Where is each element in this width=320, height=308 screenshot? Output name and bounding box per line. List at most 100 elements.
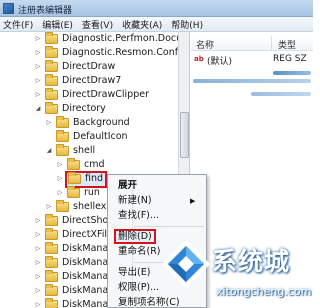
menu-item-permissions[interactable]: 权限(P)...: [118, 281, 159, 295]
expand-arrow-icon[interactable]: ▷: [34, 60, 42, 74]
expand-arrow-icon[interactable]: ▷: [34, 214, 42, 228]
column-header-name[interactable]: 名称: [196, 38, 214, 51]
folder-icon: [56, 144, 69, 156]
tree-item[interactable]: ◢ shell: [45, 144, 95, 158]
menu-item-expand[interactable]: 展开: [118, 179, 137, 193]
collapse-arrow-icon[interactable]: ◢: [34, 102, 42, 116]
scrollbar-thumb[interactable]: [180, 112, 189, 158]
menu-item-label: 导出(E): [118, 267, 151, 278]
menu-view[interactable]: 查看(V): [82, 18, 113, 31]
menu-favorites[interactable]: 收藏夹(A): [122, 18, 162, 31]
expand-arrow-icon[interactable]: ▷: [34, 284, 42, 298]
expand-arrow-icon[interactable]: ▷: [45, 200, 53, 214]
column-header-type[interactable]: 类型: [278, 38, 296, 51]
collapse-arrow-icon[interactable]: ◢: [45, 144, 53, 158]
tree-item[interactable]: ▷ DirectXFile: [34, 228, 113, 242]
folder-icon: [45, 88, 58, 100]
obscured-data: [251, 92, 311, 96]
tree-item-label: Background: [73, 117, 130, 128]
expand-arrow-icon[interactable]: ▷: [34, 298, 42, 308]
expand-arrow-icon[interactable]: ▷: [56, 172, 64, 186]
watermark-logo-icon: [161, 239, 211, 289]
tree-item-label: DirectDraw7: [62, 75, 122, 86]
expand-arrow-icon[interactable]: ▷: [34, 88, 42, 102]
expand-arrow-icon[interactable]: ▷: [45, 116, 53, 130]
tree-item[interactable]: ▷ DirectDraw: [34, 60, 115, 74]
title-bar: 注册表编辑器: [0, 0, 313, 17]
folder-icon: [45, 46, 58, 58]
folder-icon: [56, 116, 69, 128]
folder-icon: [45, 256, 58, 268]
menu-item-rename[interactable]: 重命名(R): [118, 245, 161, 259]
tree-item-selected[interactable]: ▷ find: [56, 170, 108, 188]
folder-icon: [45, 270, 58, 282]
folder-icon: [45, 228, 58, 240]
folder-icon: [45, 284, 58, 296]
list-item[interactable]: ab (默认) REG SZ: [191, 53, 313, 67]
folder-icon: [45, 242, 58, 254]
expand-arrow-icon[interactable]: ▷: [34, 270, 42, 284]
menu-item-new[interactable]: 新建(N) ▶: [118, 194, 195, 208]
expand-arrow-icon[interactable]: ▷: [34, 242, 42, 256]
tree-item[interactable]: ▷ cmd: [56, 158, 105, 172]
folder-icon: [45, 32, 58, 44]
tree-item-label: DefaultIcon: [73, 131, 128, 142]
obscured-data: [193, 79, 311, 83]
menu-item-label: 展开: [118, 180, 138, 191]
value-name: (默认): [207, 57, 233, 67]
column-divider[interactable]: [271, 36, 272, 51]
folder-icon: [67, 186, 80, 198]
folder-icon: [56, 200, 69, 212]
folder-icon: [45, 214, 58, 226]
folder-icon: [68, 172, 81, 184]
menu-file[interactable]: 文件(F): [3, 18, 33, 31]
menu-item-label: 新建(N): [118, 195, 152, 206]
watermark-domain: xitongcheng.com: [216, 285, 312, 298]
expand-arrow-icon[interactable]: ▷: [34, 46, 42, 60]
submenu-arrow-icon: ▶: [190, 197, 196, 205]
expand-arrow-icon[interactable]: ▷: [34, 32, 42, 46]
menu-item-find[interactable]: 查找(F)...: [118, 209, 159, 223]
string-value-icon: ab: [194, 55, 204, 63]
menu-item-delete[interactable]: 删除(D): [114, 229, 156, 244]
watermark: 系统城 xitongcheng.com: [160, 236, 313, 308]
menu-edit[interactable]: 编辑(E): [42, 18, 73, 31]
tree-item-label: Directory: [62, 103, 106, 114]
selection-highlight-box: find: [64, 170, 108, 188]
tree-item[interactable]: ▷ Diagnostic.Resmon.Config: [34, 46, 178, 60]
tree-item[interactable]: ▷ DirectShow: [34, 214, 116, 228]
folder-icon: [45, 60, 58, 72]
menu-help[interactable]: 帮助(H): [171, 18, 203, 31]
tree-item[interactable]: DefaultIcon: [45, 130, 128, 144]
delete-highlight-box: 删除(D): [114, 229, 156, 244]
expand-arrow-icon[interactable]: ▷: [34, 74, 42, 88]
tree-item-label: Diagnostic.Resmon.Config: [62, 47, 178, 58]
watermark-brand: 系统城: [212, 247, 291, 276]
menu-item-label: 重命名(R): [118, 246, 161, 257]
expand-arrow-icon[interactable]: ▷: [34, 256, 42, 270]
folder-icon: [45, 102, 58, 114]
menu-item-label: 权限(P)...: [118, 282, 160, 293]
folder-icon: [56, 130, 69, 142]
folder-icon: [67, 158, 80, 170]
tree-item[interactable]: ◢ Directory: [34, 102, 106, 116]
tree-item[interactable]: ▷ shellex: [45, 200, 106, 214]
tree-item[interactable]: ▷ DirectDraw7: [34, 74, 121, 88]
tree-item-label: find: [85, 173, 104, 184]
expand-arrow-icon[interactable]: ▷: [56, 186, 64, 200]
menu-item-export[interactable]: 导出(E): [118, 266, 150, 280]
window-title: 注册表编辑器: [18, 6, 73, 16]
tree-item-label: Diagnostic.Perfmon.Document: [62, 33, 178, 44]
tree-item[interactable]: ▷ DirectDrawClipper: [34, 88, 149, 102]
list-header: 名称 类型: [191, 36, 313, 51]
expand-arrow-icon[interactable]: ▷: [56, 158, 64, 172]
tree-item-label: shellex: [73, 201, 107, 212]
tree-item[interactable]: ▷ Diagnostic.Perfmon.Document: [34, 32, 178, 46]
obscured-data: [273, 71, 311, 75]
tree-item[interactable]: ▷ Background: [45, 116, 130, 130]
expand-arrow-icon[interactable]: ▷: [34, 228, 42, 242]
tree-item[interactable]: ▷ run: [56, 186, 100, 200]
tree-item-label: cmd: [84, 159, 105, 170]
menu-bar: 文件(F) 编辑(E) 查看(V) 收藏夹(A) 帮助(H): [0, 17, 313, 32]
value-type: REG SZ: [273, 54, 307, 64]
